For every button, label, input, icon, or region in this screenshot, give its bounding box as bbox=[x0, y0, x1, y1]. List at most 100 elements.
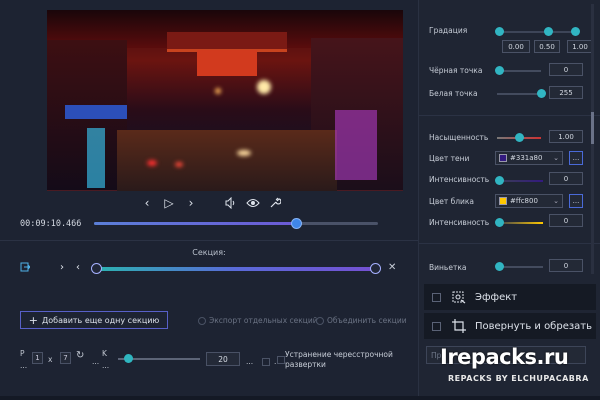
play-icon[interactable]: ▷ bbox=[162, 196, 176, 210]
effect-section[interactable]: Эффект bbox=[424, 284, 596, 310]
plus-icon: + bbox=[28, 313, 38, 327]
section-range[interactable] bbox=[91, 263, 381, 274]
highlight-color-picker-button[interactable]: ... bbox=[569, 194, 583, 208]
highlight-color-label: Цвет блика bbox=[429, 197, 475, 206]
panel-scrollbar-thumb[interactable] bbox=[591, 112, 594, 144]
refresh-ellipsis: ... bbox=[92, 357, 100, 366]
export-separate-option[interactable]: Экспорт отдельных секций bbox=[198, 316, 318, 325]
adjustments-panel: Градация 0.00 0.50 1.00 Чёрная точка 0 Б… bbox=[418, 0, 600, 400]
gradation-low-value[interactable]: 0.00 bbox=[502, 40, 530, 53]
seek-bar-fill bbox=[94, 222, 296, 225]
next-frame-icon[interactable]: › bbox=[184, 196, 198, 210]
prev-frame-icon[interactable]: ‹ bbox=[140, 196, 154, 210]
white-point-label: Белая точка bbox=[429, 89, 478, 98]
add-section-button[interactable]: + Добавить еще одну секцию bbox=[20, 311, 168, 329]
gradation-label: Градация bbox=[429, 26, 468, 35]
video-neon-purple bbox=[335, 110, 377, 180]
x-value[interactable]: 7 bbox=[60, 352, 71, 364]
video-light bbox=[215, 88, 221, 94]
shadow-intensity-value[interactable]: 0 bbox=[549, 172, 583, 185]
effect-checkbox[interactable] bbox=[432, 292, 441, 302]
rotate-crop-section[interactable]: Повернуть и обрезать bbox=[424, 313, 596, 339]
shadow-color-picker-button[interactable]: ... bbox=[569, 151, 583, 165]
gradation-mid-value[interactable]: 0.50 bbox=[534, 40, 560, 53]
video-light bbox=[147, 160, 157, 166]
saturation-label: Насыщенность bbox=[429, 133, 489, 142]
k-slider-thumb[interactable] bbox=[124, 354, 133, 363]
deinterlace-option[interactable]: Устранение чересстрочной развертки bbox=[277, 350, 415, 370]
gradation-thumb-mid[interactable] bbox=[544, 27, 553, 36]
gradation-slider[interactable] bbox=[495, 27, 580, 36]
chevron-down-icon: ⌄ bbox=[553, 154, 559, 162]
vignette-value[interactable]: 0 bbox=[549, 259, 583, 272]
shadow-intensity-thumb[interactable] bbox=[495, 176, 504, 185]
highlight-intensity-label: Интенсивность bbox=[429, 218, 490, 227]
refresh-icon[interactable]: ↻ bbox=[76, 350, 84, 361]
shadow-color-swatch bbox=[499, 154, 507, 162]
k-value-ellipsis: ... bbox=[246, 357, 254, 366]
editor-area: ‹ ▷ › 00:09:10.466 Секция: › ‹ ✕ + Добав… bbox=[0, 0, 418, 400]
k-value[interactable]: 20 bbox=[206, 352, 240, 366]
timecode: 00:09:10.466 bbox=[20, 219, 82, 229]
k-slider[interactable] bbox=[118, 354, 200, 363]
volume-icon[interactable] bbox=[224, 196, 238, 210]
highlight-intensity-thumb[interactable] bbox=[495, 218, 504, 227]
section-start-handle[interactable] bbox=[91, 263, 102, 274]
seek-bar-thumb[interactable] bbox=[290, 218, 302, 229]
highlight-intensity-slider[interactable] bbox=[495, 218, 543, 227]
export-section-icon[interactable] bbox=[20, 262, 32, 274]
shadow-intensity-slider[interactable] bbox=[495, 176, 543, 185]
gradation-thumb-low[interactable] bbox=[495, 27, 504, 36]
vignette-label: Виньетка bbox=[429, 263, 467, 272]
seek-bar[interactable] bbox=[94, 218, 378, 229]
section-prev-icon[interactable]: ‹ bbox=[76, 262, 80, 273]
highlight-color-swatch bbox=[499, 197, 507, 205]
vignette-slider[interactable] bbox=[495, 262, 543, 271]
section-next-icon[interactable]: › bbox=[60, 262, 64, 273]
divider bbox=[0, 240, 418, 241]
merge-sections-option[interactable]: Объединить секции bbox=[316, 316, 407, 325]
add-section-label: Добавить еще одну секцию bbox=[42, 315, 160, 325]
p-value[interactable]: 1 bbox=[32, 352, 43, 364]
saturation-thumb[interactable] bbox=[515, 133, 524, 142]
shadow-color-select[interactable]: #331a80 ⌄ bbox=[495, 151, 563, 165]
white-point-thumb[interactable] bbox=[537, 89, 546, 98]
close-section-icon[interactable]: ✕ bbox=[388, 262, 396, 273]
gradation-thumb-high[interactable] bbox=[571, 27, 580, 36]
video-light bbox=[257, 80, 271, 94]
video-neon-cyan bbox=[87, 128, 105, 188]
panel-scrollbar[interactable] bbox=[591, 4, 594, 274]
x-label: x bbox=[48, 355, 53, 364]
saturation-slider[interactable] bbox=[497, 133, 541, 142]
vignette-thumb[interactable] bbox=[495, 262, 504, 271]
section-end-handle[interactable] bbox=[370, 263, 381, 274]
deinterlace-checkbox[interactable] bbox=[277, 356, 285, 364]
site-watermark: Irepacks.ru bbox=[440, 345, 569, 369]
highlight-intensity-value[interactable]: 0 bbox=[549, 214, 583, 227]
black-point-value[interactable]: 0 bbox=[549, 63, 583, 76]
saturation-value[interactable]: 1.00 bbox=[549, 130, 583, 143]
effect-icon bbox=[451, 290, 467, 304]
wrench-icon[interactable] bbox=[268, 196, 282, 210]
separator bbox=[419, 115, 600, 116]
black-point-slider[interactable] bbox=[495, 66, 541, 75]
video-light bbox=[175, 162, 183, 167]
gradation-high-value[interactable]: 1.00 bbox=[567, 40, 593, 53]
radio-icon bbox=[198, 316, 206, 325]
video-preview[interactable] bbox=[47, 10, 403, 191]
white-point-slider[interactable] bbox=[497, 89, 546, 98]
white-point-value[interactable]: 255 bbox=[549, 86, 583, 99]
radio-icon bbox=[316, 316, 324, 325]
eye-icon[interactable] bbox=[246, 196, 260, 210]
video-neon-blue bbox=[65, 105, 127, 119]
highlight-color-select[interactable]: #ffc800 ⌄ bbox=[495, 194, 563, 208]
crop-icon bbox=[451, 319, 467, 333]
extra-checkbox[interactable] bbox=[262, 358, 270, 366]
shadow-intensity-label: Интенсивность bbox=[429, 175, 490, 184]
rotate-crop-checkbox[interactable] bbox=[432, 321, 441, 331]
chevron-down-icon: ⌄ bbox=[553, 197, 559, 205]
video-gate bbox=[167, 32, 287, 52]
black-point-thumb[interactable] bbox=[495, 66, 504, 75]
separator bbox=[419, 243, 600, 244]
sections-label: Секция: bbox=[192, 248, 226, 257]
